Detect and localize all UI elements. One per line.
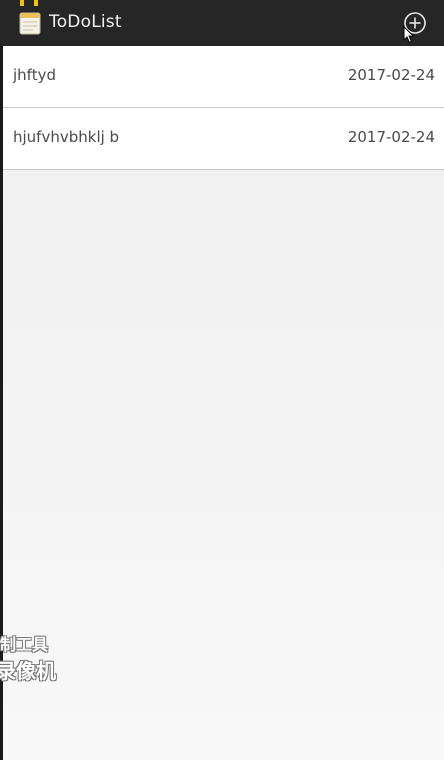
notepad-icon [19, 11, 41, 35]
app-screen: ToDoList jhftyd 2017-02-24 hjufvhvbhklj … [0, 0, 444, 760]
mouse-cursor-icon [403, 25, 415, 44]
todo-item[interactable]: hjufvhvbhklj b 2017-02-24 [3, 108, 444, 170]
todo-item-title: hjufvhvbhklj b [13, 128, 120, 146]
watermark-line: 制工具 [0, 635, 49, 654]
todo-list: jhftyd 2017-02-24 hjufvhvbhklj b 2017-02… [3, 46, 444, 170]
app-title: ToDoList [49, 12, 122, 32]
todo-item-date: 2017-02-24 [347, 66, 435, 84]
todo-item[interactable]: jhftyd 2017-02-24 [3, 46, 444, 108]
status-bar-peek [20, 0, 40, 6]
action-bar: ToDoList [0, 0, 444, 46]
watermark-line: 录像机 [0, 659, 56, 683]
recorder-watermark: 制工具 录像机 [0, 629, 90, 689]
todo-item-title: jhftyd [13, 66, 56, 84]
todo-item-date: 2017-02-24 [347, 128, 435, 146]
